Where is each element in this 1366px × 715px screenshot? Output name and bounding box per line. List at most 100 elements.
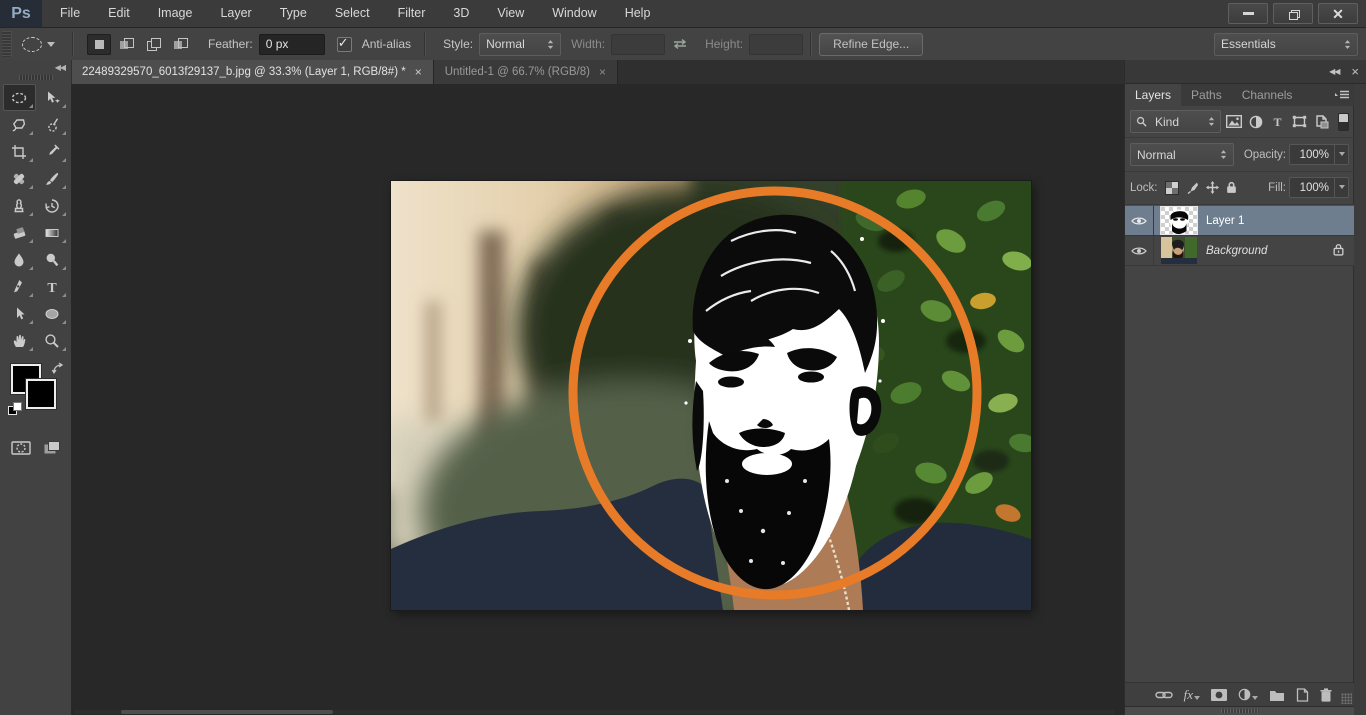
menu-image[interactable]: Image: [144, 0, 207, 27]
filter-shape-layers-button[interactable]: [1290, 113, 1309, 131]
subtract-from-selection-button[interactable]: [141, 34, 165, 55]
toolbar-collapse-icon[interactable]: ◀◀: [49, 60, 71, 73]
layer1-name[interactable]: Layer 1: [1206, 215, 1244, 227]
filter-toggle-switch[interactable]: [1338, 113, 1349, 131]
new-layer-button[interactable]: [1296, 688, 1309, 702]
restore-button[interactable]: [1273, 3, 1313, 24]
lock-all-button[interactable]: [1226, 181, 1237, 194]
dock-edge-strip[interactable]: [1353, 84, 1366, 715]
minimize-button[interactable]: [1228, 3, 1268, 24]
kind-filter-select[interactable]: Kind: [1130, 110, 1221, 133]
polygonal-lasso-tool[interactable]: [3, 111, 36, 138]
zoom-tool[interactable]: [36, 327, 69, 354]
quick-mask-button[interactable]: [11, 440, 31, 456]
dodge-tool[interactable]: [36, 246, 69, 273]
elliptical-marquee-tool[interactable]: [3, 84, 36, 111]
panel-resize-grip[interactable]: [1341, 693, 1352, 704]
menu-layer[interactable]: Layer: [206, 0, 265, 27]
swap-width-height-icon[interactable]: [671, 37, 689, 51]
menu-file[interactable]: File: [46, 0, 94, 27]
lock-transparency-button[interactable]: [1165, 181, 1179, 195]
collapse-panels-icon[interactable]: ◀◀: [1329, 67, 1339, 76]
ellipse-tool[interactable]: [36, 300, 69, 327]
scrollbar-thumb[interactable]: [121, 710, 333, 714]
document-tab-1[interactable]: 22489329570_6013f29137_b.jpg @ 33.3% (La…: [71, 60, 434, 84]
history-brush-tool[interactable]: [36, 192, 69, 219]
background-color-swatch[interactable]: [26, 379, 56, 409]
menu-select[interactable]: Select: [321, 0, 384, 27]
move-tool[interactable]: [36, 84, 69, 111]
canvas-document[interactable]: [391, 181, 1031, 610]
eyedropper-tool[interactable]: [36, 138, 69, 165]
anti-alias-checkbox[interactable]: [337, 37, 352, 52]
horizontal-scrollbar[interactable]: [75, 710, 1115, 714]
new-selection-button[interactable]: [87, 34, 111, 55]
background-visibility-toggle[interactable]: [1125, 236, 1154, 265]
crop-tool[interactable]: [3, 138, 36, 165]
background-thumbnail[interactable]: [1161, 237, 1197, 264]
filter-pixel-layers-button[interactable]: [1224, 113, 1243, 131]
brush-tool[interactable]: [36, 165, 69, 192]
intersect-selection-button[interactable]: [168, 34, 192, 55]
tab-close-icon[interactable]: ×: [415, 65, 422, 79]
eraser-tool[interactable]: [3, 219, 36, 246]
opacity-field[interactable]: 100%: [1289, 144, 1349, 165]
path-selection-tool[interactable]: [3, 300, 36, 327]
link-layers-button[interactable]: [1155, 690, 1173, 700]
layer-row-layer1[interactable]: Layer 1: [1125, 206, 1354, 236]
delete-layer-button[interactable]: [1320, 688, 1332, 702]
default-colors-icon[interactable]: [8, 402, 22, 416]
menu-3d[interactable]: 3D: [439, 0, 483, 27]
refine-edge-button[interactable]: Refine Edge...: [819, 33, 923, 56]
menu-help[interactable]: Help: [611, 0, 665, 27]
canvas-area[interactable]: [71, 84, 1124, 715]
screen-mode-button[interactable]: [43, 440, 61, 456]
document-tab-2[interactable]: Untitled-1 @ 66.7% (RGB/8) ×: [434, 60, 618, 84]
pen-tool[interactable]: [3, 273, 36, 300]
filter-adjustment-layers-button[interactable]: [1246, 113, 1265, 131]
menu-edit[interactable]: Edit: [94, 0, 144, 27]
width-input[interactable]: [611, 34, 665, 55]
background-name[interactable]: Background: [1206, 245, 1267, 257]
gradient-tool[interactable]: [36, 219, 69, 246]
tab-paths[interactable]: Paths: [1181, 84, 1232, 106]
new-group-button[interactable]: [1269, 689, 1285, 701]
blend-mode-select[interactable]: Normal: [1130, 143, 1234, 166]
tab-channels[interactable]: Channels: [1232, 84, 1303, 106]
options-bar-grip[interactable]: [2, 31, 12, 57]
close-button[interactable]: ✕: [1318, 3, 1358, 24]
dock-close-icon[interactable]: ×: [1351, 65, 1359, 78]
dock-splitter[interactable]: [1125, 706, 1354, 715]
opacity-dropdown-button[interactable]: [1334, 145, 1348, 164]
add-adjustment-layer-button[interactable]: [1238, 688, 1258, 701]
toolbar-grip[interactable]: [19, 75, 53, 80]
layer1-visibility-toggle[interactable]: [1125, 206, 1154, 235]
hand-tool[interactable]: [3, 327, 36, 354]
tool-preset-picker[interactable]: [12, 37, 65, 52]
filter-type-layers-button[interactable]: T: [1268, 113, 1287, 131]
menu-window[interactable]: Window: [538, 0, 610, 27]
blur-tool[interactable]: [3, 246, 36, 273]
menu-view[interactable]: View: [483, 0, 538, 27]
tab-layers[interactable]: Layers: [1125, 84, 1181, 106]
menu-type[interactable]: Type: [266, 0, 321, 27]
workspace-select[interactable]: Essentials: [1214, 33, 1358, 56]
swap-colors-icon[interactable]: [52, 362, 66, 375]
style-select[interactable]: Normal: [479, 33, 561, 56]
add-layer-mask-button[interactable]: [1211, 689, 1227, 701]
feather-input[interactable]: [259, 34, 325, 55]
clone-stamp-tool[interactable]: [3, 192, 36, 219]
lock-pixels-button[interactable]: [1186, 181, 1199, 194]
layer-style-button[interactable]: fx: [1184, 688, 1200, 701]
spot-healing-brush-tool[interactable]: [3, 165, 36, 192]
menu-filter[interactable]: Filter: [384, 0, 440, 27]
type-tool[interactable]: T: [36, 273, 69, 300]
lock-position-button[interactable]: [1206, 181, 1219, 194]
add-to-selection-button[interactable]: [114, 34, 138, 55]
panel-menu-button[interactable]: [1334, 84, 1354, 106]
quick-selection-tool[interactable]: [36, 111, 69, 138]
layer-row-background[interactable]: Background: [1125, 236, 1354, 266]
fill-dropdown-button[interactable]: [1334, 178, 1348, 197]
tab-close-icon[interactable]: ×: [599, 65, 606, 79]
fill-field[interactable]: 100%: [1289, 177, 1349, 198]
